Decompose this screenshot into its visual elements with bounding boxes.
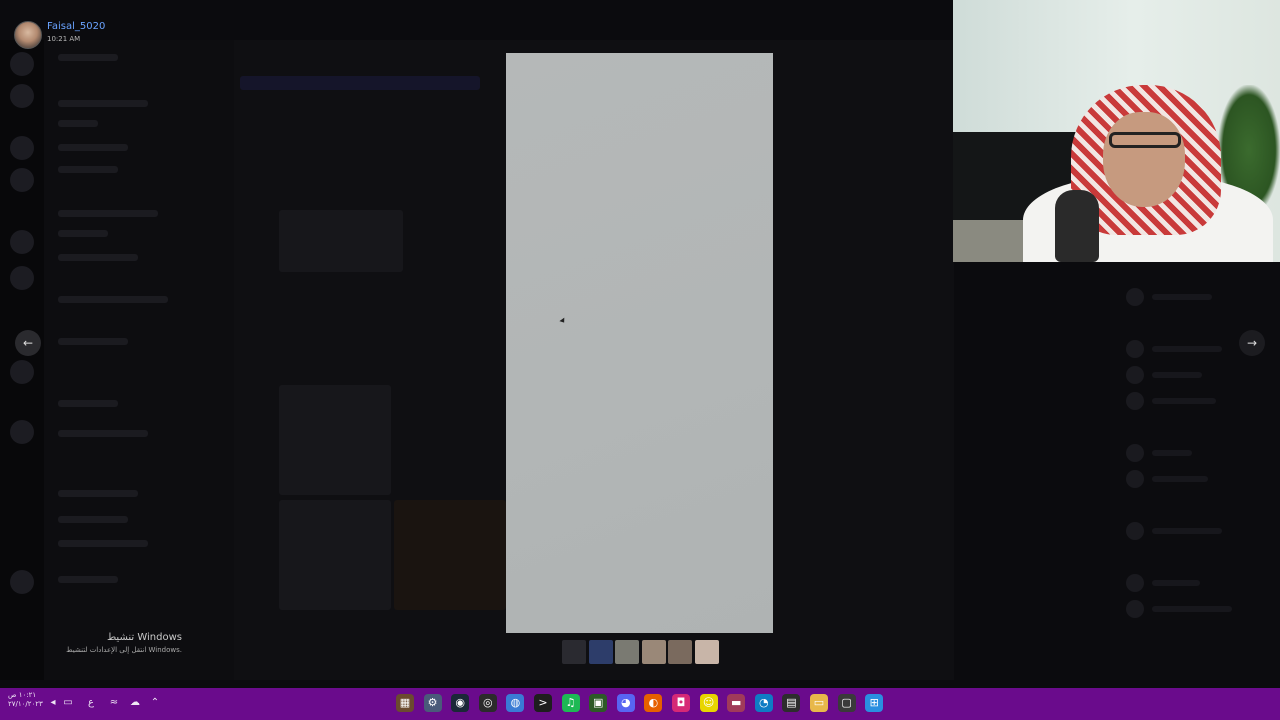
uploader-username[interactable]: Faisal_5020 (47, 21, 105, 32)
taskbar-apps: ▦ ⚙ ◉ ◎ ◍ > ♫ ▣ ◕ ◐ ◘ ☺ ▬ ◔ ▤ ▭ ▢ ⊞ (396, 688, 886, 720)
server-icon (10, 230, 34, 254)
server-icon (10, 136, 34, 160)
thumbnail-4[interactable] (641, 640, 666, 664)
app-13-icon[interactable]: ▬ (727, 694, 746, 712)
channel-list (44, 40, 234, 680)
server-icon (10, 266, 34, 290)
instagram-icon[interactable]: ◘ (672, 694, 690, 712)
webcam-overlay (953, 0, 1280, 262)
server-icon (10, 360, 34, 384)
firefox-icon[interactable]: ◐ (644, 694, 663, 712)
obs-icon[interactable]: ◎ (478, 694, 497, 712)
server-icon (10, 84, 34, 108)
language-indicator[interactable]: ع (84, 696, 98, 710)
discord-icon[interactable]: ◕ (616, 694, 635, 712)
thumbnail-2[interactable] (588, 640, 613, 664)
avatar[interactable] (14, 21, 42, 49)
taskbar: ١٠:٢١ ص ٢٧/١٠/٢٠٢٣ ◂ ▭ ع ≈ ☁ ⌃ ▦ ⚙ ◉ ◎ ◍ > ♫ ▣ ◕… (0, 688, 1280, 720)
network-icon[interactable]: ≈ (107, 696, 121, 710)
clock-time: ١٠:٢١ ص (8, 691, 37, 699)
spotify-icon[interactable]: ♫ (561, 694, 580, 712)
display-icon[interactable]: ▭ (61, 696, 75, 710)
webcam-microphone (1055, 190, 1099, 262)
image-viewer-header: Faisal_5020 10:21 AM (14, 18, 314, 49)
server-rail (0, 40, 44, 680)
app-1-icon[interactable]: ▦ (396, 694, 414, 712)
windows-activation-subtitle: انتقل إلى الإعدادات لتنشيط Windows. (66, 646, 182, 654)
edge-icon[interactable]: ◔ (754, 694, 773, 712)
file-explorer-icon[interactable]: ▭ (810, 694, 828, 712)
arrow-left-icon: ← (22, 336, 34, 350)
thumbnail-6[interactable] (694, 640, 719, 664)
cloud-icon[interactable]: ☁ (128, 696, 142, 710)
server-icon (10, 420, 34, 444)
enlarged-image[interactable] (506, 53, 773, 633)
thumbnail-3[interactable] (615, 640, 639, 664)
thumbnail-5[interactable] (668, 640, 692, 664)
arrow-right-icon: → (1246, 336, 1258, 350)
server-icon (10, 570, 34, 594)
windows-activation-title: تنشيط Windows (106, 632, 182, 643)
server-icon (10, 168, 34, 192)
app-17-icon[interactable]: ▢ (837, 694, 856, 712)
volume-icon[interactable]: ◂ (46, 696, 60, 710)
clapper-icon[interactable]: ▤ (782, 694, 801, 712)
clock-date: ٢٧/١٠/٢٠٢٣ (8, 700, 43, 708)
thumbnail-strip (562, 640, 722, 666)
webcam-person-face (1103, 112, 1185, 207)
upload-timestamp: 10:21 AM (47, 35, 81, 43)
member-list (1110, 262, 1280, 680)
snapchat-icon[interactable]: ☺ (699, 694, 718, 712)
steam-icon[interactable]: ◉ (451, 694, 470, 712)
server-icon (10, 52, 34, 76)
windows-start-icon[interactable]: ⊞ (865, 694, 884, 712)
previous-image-button[interactable]: ← (15, 330, 41, 356)
taskbar-clock[interactable]: ١٠:٢١ ص ٢٧/١٠/٢٠٢٣ (8, 691, 43, 709)
app-8-icon[interactable]: ▣ (589, 694, 608, 712)
webcam-person-glasses (1109, 132, 1181, 148)
chrome-icon[interactable]: ◍ (506, 694, 525, 712)
settings-icon[interactable]: ⚙ (423, 694, 442, 712)
thumbnail-1[interactable] (562, 640, 586, 664)
terminal-icon[interactable]: > (534, 694, 552, 712)
chevron-up-icon[interactable]: ⌃ (148, 696, 162, 710)
next-image-button[interactable]: → (1239, 330, 1265, 356)
